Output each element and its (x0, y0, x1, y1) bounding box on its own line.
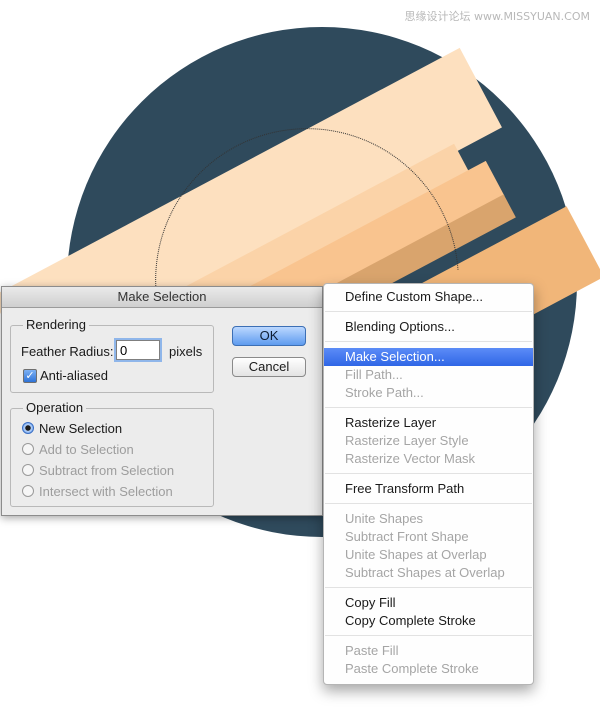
pixels-unit-label: pixels (169, 344, 203, 359)
new-selection-label: New Selection (39, 421, 123, 436)
anti-aliased-checkbox[interactable]: ✓ (23, 369, 37, 383)
menu-item-unite-shapes: Unite Shapes (345, 511, 424, 526)
rendering-group: Rendering Feather Radius: 0 pixels ✓ Ant… (10, 317, 214, 393)
subtract-from-selection-label: Subtract from Selection (39, 463, 175, 478)
new-selection-radio[interactable] (22, 422, 34, 434)
menu-item-rasterize-layer-style: Rasterize Layer Style (345, 433, 469, 448)
ok-button[interactable]: OK (232, 326, 306, 346)
menu-item-stroke-path: Stroke Path... (345, 385, 424, 400)
add-to-selection-label: Add to Selection (39, 442, 134, 457)
subtract-from-selection-radio (22, 464, 34, 476)
menu-separator (325, 473, 532, 474)
feather-radius-input[interactable]: 0 (116, 340, 160, 360)
menu-item-paste-fill: Paste Fill (345, 643, 399, 658)
make-selection-dialog: Make Selection Rendering Feather Radius:… (1, 286, 323, 516)
menu-item-free-transform-path[interactable]: Free Transform Path (324, 480, 533, 498)
menu-item-define-custom-shape[interactable]: Define Custom Shape... (324, 288, 533, 306)
feather-radius-label: Feather Radius: (21, 344, 114, 359)
operation-group: Operation New Selection Add to Selection… (10, 400, 214, 507)
menu-separator (325, 503, 532, 504)
add-to-selection-radio (22, 443, 34, 455)
intersect-with-selection-label: Intersect with Selection (39, 484, 173, 499)
menu-item-subtract-front-shape: Subtract Front Shape (345, 529, 469, 544)
menu-item-blending-options[interactable]: Blending Options... (324, 318, 533, 336)
rendering-label: Rendering (23, 317, 89, 332)
menu-separator (325, 407, 532, 408)
intersect-with-selection-radio (22, 485, 34, 497)
menu-item-copy-fill[interactable]: Copy Fill (324, 594, 533, 612)
menu-item-paste-complete-stroke: Paste Complete Stroke (345, 661, 479, 676)
dialog-title: Make Selection (2, 287, 322, 308)
operation-label: Operation (23, 400, 87, 415)
menu-item-rasterize-layer[interactable]: Rasterize Layer (324, 414, 533, 432)
menu-separator (325, 635, 532, 636)
menu-separator (325, 587, 532, 588)
menu-item-fill-path: Fill Path... (345, 367, 403, 382)
menu-separator (325, 311, 532, 312)
menu-item-copy-complete-stroke[interactable]: Copy Complete Stroke (324, 612, 533, 630)
menu-item-rasterize-vector-mask: Rasterize Vector Mask (345, 451, 476, 466)
cancel-button[interactable]: Cancel (232, 357, 306, 377)
anti-aliased-label: Anti-aliased (40, 368, 108, 383)
menu-item-unite-shapes-at-overlap: Unite Shapes at Overlap (345, 547, 487, 562)
context-menu: Define Custom Shape... Blending Options.… (323, 283, 534, 685)
menu-item-subtract-shapes-at-overlap: Subtract Shapes at Overlap (345, 565, 505, 580)
menu-separator (325, 341, 532, 342)
menu-item-make-selection[interactable]: Make Selection... (324, 348, 533, 366)
